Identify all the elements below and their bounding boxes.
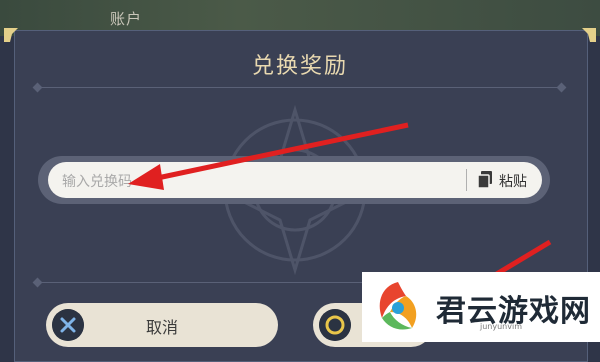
input-separator <box>466 169 467 191</box>
account-label: 账户 <box>110 10 143 28</box>
confirm-icon <box>319 309 351 341</box>
dialog-title: 兑换奖励 <box>251 54 348 79</box>
corner-ornament-icon <box>582 28 596 42</box>
cancel-button-label: 取消 <box>145 318 178 337</box>
divider-top <box>38 87 562 88</box>
corner-ornament-icon <box>4 28 18 42</box>
paste-icon[interactable] <box>477 171 493 189</box>
brand-logo-icon <box>379 282 417 330</box>
paste-button[interactable]: 粘贴 <box>499 171 527 191</box>
cancel-button[interactable]: 取消 <box>46 303 278 347</box>
redeem-code-placeholder: 输入兑换码 <box>62 174 132 190</box>
watermark: 君云游戏网 junyunvim <box>362 272 600 342</box>
watermark-domain: junyunvim <box>480 322 522 331</box>
